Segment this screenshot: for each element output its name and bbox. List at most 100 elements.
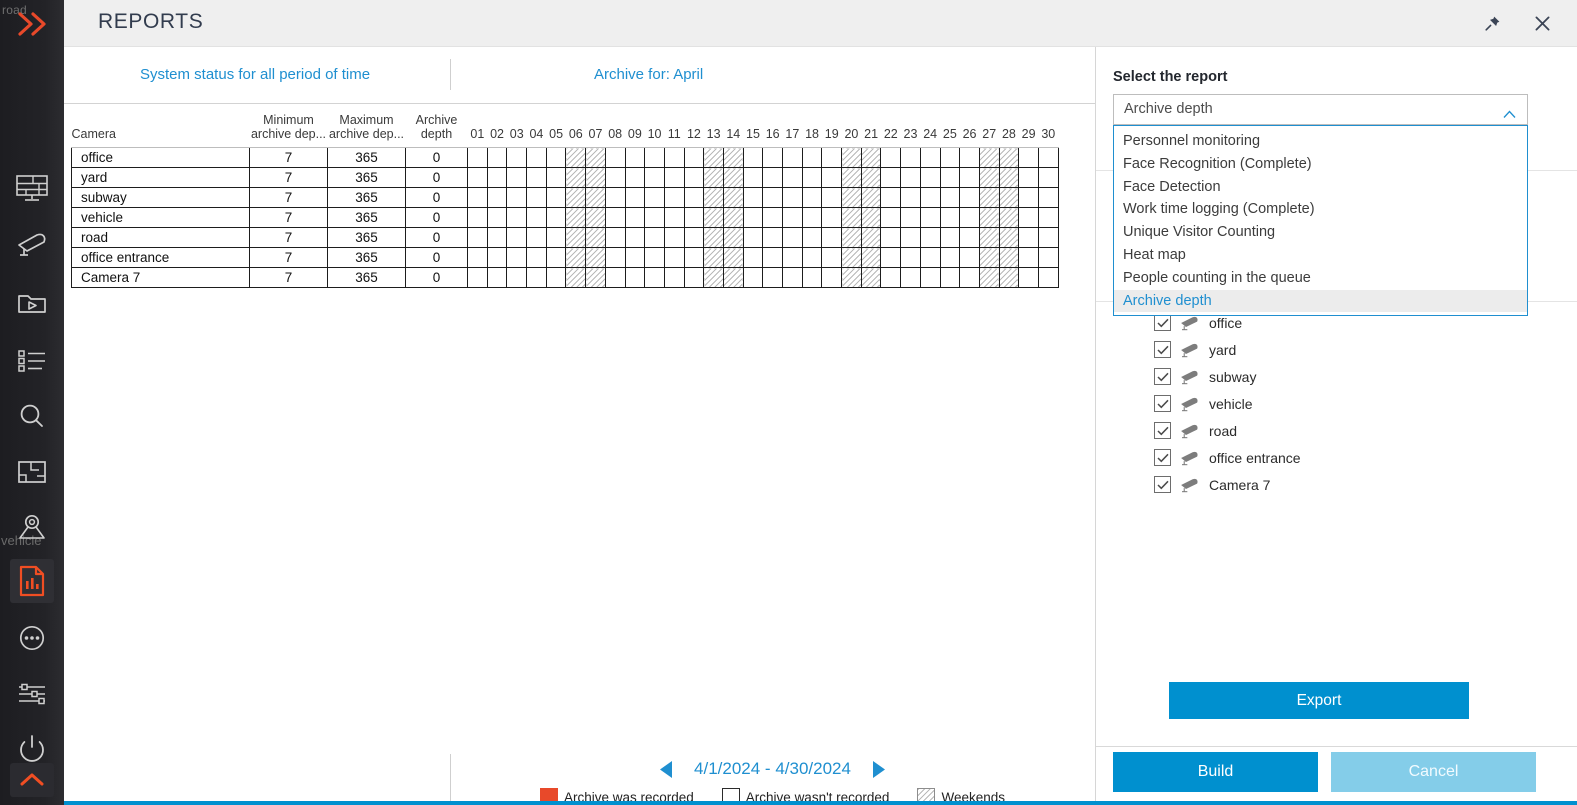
report-content-area: System status for all period of time Arc… [64,47,1095,805]
tab-system-status[interactable]: System status for all period of time [140,66,370,83]
camera-list-item-label: office entrance [1209,449,1301,466]
day-cell [959,207,980,228]
search-icon[interactable] [10,394,54,438]
day-cell-weekend [722,267,744,288]
dropdown-option[interactable]: Heat map [1114,244,1527,267]
dropdown-option[interactable]: Archive depth [1114,289,1527,313]
chevron-up-icon[interactable] [1503,106,1516,124]
day-cell [801,247,823,268]
dropdown-option[interactable]: Unique Visitor Counting [1114,221,1527,244]
camera-list-item[interactable]: yard [1113,336,1553,363]
cell-camera: Camera 7 [71,267,250,288]
day-cell [782,147,803,168]
camera-checkbox[interactable] [1154,341,1171,358]
double-chevron-right-icon[interactable] [14,7,54,41]
day-cell [762,207,783,228]
day-cell-weekend [841,247,862,268]
day-cell [919,167,941,188]
cell-depth: 0 [405,167,468,188]
camera-checkbox[interactable] [1154,368,1171,385]
day-cell [801,147,823,168]
cell-min: 7 [249,167,328,188]
archive-folder-play-icon[interactable] [10,281,54,325]
col-header-min-archive-depth: Minimum archive dep... [249,109,328,148]
table-row[interactable]: Camera 7 7 365 0 [71,267,1059,288]
more-ellipsis-icon[interactable] [10,616,54,660]
col-header-day: 21 [861,109,881,148]
camera-checkbox[interactable] [1154,422,1171,439]
day-cell-weekend [722,187,744,208]
report-type-dropdown[interactable]: Personnel monitoring Face Recognition (Co… [1113,125,1528,317]
dropdown-option[interactable]: Face Detection [1114,176,1527,199]
build-button[interactable]: Build [1113,752,1318,792]
camera-checkbox[interactable] [1154,476,1171,493]
day-cell [624,267,646,288]
table-row[interactable]: yard 7 365 0 [71,167,1059,188]
table-row[interactable]: road 7 365 0 [71,227,1059,248]
table-row[interactable]: vehicle 7 365 0 [71,207,1059,228]
settings-sliders-icon[interactable] [10,672,54,716]
camera-checkbox[interactable] [1154,314,1171,331]
dropdown-option[interactable]: Personnel monitoring [1114,130,1527,153]
day-cell [604,207,626,228]
day-cell [644,207,665,228]
chevron-up-icon[interactable] [10,763,54,797]
camera-list-item[interactable]: road [1113,417,1553,444]
day-cell [939,247,961,268]
camera-list-item[interactable]: subway [1113,363,1553,390]
camera-list-item[interactable]: office entrance [1113,444,1553,471]
day-cell [644,247,665,268]
report-tabs: System status for all period of time Arc… [64,47,1095,104]
day-cell-weekend [841,167,862,188]
day-cell-weekend [565,187,587,208]
cell-camera: office [71,147,250,168]
day-cell-weekend [722,147,744,168]
export-button[interactable]: Export [1169,682,1469,719]
report-type-select[interactable]: Archive depth [1113,94,1528,125]
day-cell [526,227,547,248]
camera-list-item[interactable]: Camera 7 [1113,471,1553,498]
dropdown-option[interactable]: Work time logging (Complete) [1114,198,1527,221]
day-cell [526,247,547,268]
tab-archive-for-month[interactable]: Archive for: April [594,66,703,83]
col-header-day: 26 [959,109,980,148]
triangle-right-icon[interactable] [871,760,887,779]
day-cell [821,167,843,188]
day-cell [821,247,843,268]
cancel-button[interactable]: Cancel [1331,752,1536,792]
day-cell-weekend [703,167,724,188]
camera-icon [1181,397,1198,411]
camera-icon[interactable] [10,224,54,268]
camera-list-item[interactable]: vehicle [1113,390,1553,417]
pin-icon[interactable] [1476,8,1508,38]
cell-min: 7 [249,247,328,268]
day-cell [467,187,488,208]
bottom-accent-bar [64,801,1577,805]
day-cell [644,267,665,288]
check-icon [1156,372,1169,381]
dropdown-option[interactable]: Face Recognition (Complete) [1114,153,1527,176]
day-cell [486,247,508,268]
triangle-left-icon[interactable] [658,760,674,779]
table-row[interactable]: office entrance 7 365 0 [71,247,1059,268]
table-row[interactable]: subway 7 365 0 [71,187,1059,208]
reports-icon[interactable] [10,559,54,603]
table-row[interactable]: office 7 365 0 [71,147,1059,168]
cell-max: 365 [327,187,406,208]
day-cell [467,147,488,168]
map-pin-icon[interactable] [10,506,54,550]
cell-min: 7 [249,267,328,288]
day-cell-weekend [585,187,606,208]
video-wall-icon[interactable] [10,167,54,211]
day-cell [762,167,783,188]
camera-checkbox[interactable] [1154,449,1171,466]
camera-checkbox[interactable] [1154,395,1171,412]
page-title: REPORTS [98,10,204,33]
floor-plan-icon[interactable] [10,450,54,494]
close-icon[interactable] [1526,8,1558,38]
event-list-icon[interactable] [10,338,54,382]
day-cell [1018,227,1039,248]
dropdown-option[interactable]: People counting in the queue [1114,267,1527,290]
day-cell [762,247,783,268]
day-cell [663,227,685,248]
